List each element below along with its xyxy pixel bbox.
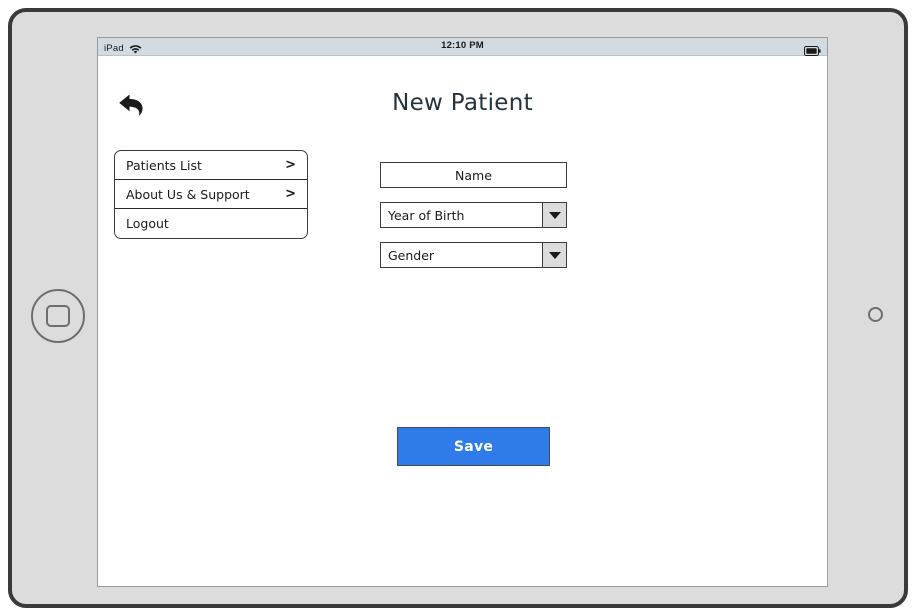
sidebar-item-label: About Us & Support [126,186,250,202]
sidebar-item-label: Patients List [126,157,202,173]
ipad-device-frame: iPad 12:10 PM New Patient Patients List … [8,8,908,608]
save-button[interactable]: Save [397,427,550,466]
name-input[interactable]: Name [380,162,567,188]
sidebar-item-about-us-support[interactable]: About Us & Support > [115,180,307,209]
gender-dropdown-button[interactable] [542,243,566,267]
status-bar-time: 12:10 PM [441,40,484,51]
home-button-icon[interactable] [31,289,85,343]
ipad-screen: iPad 12:10 PM New Patient Patients List … [97,37,828,587]
chevron-down-icon [548,251,561,259]
sidebar-item-logout[interactable]: Logout [115,209,307,238]
sidebar-item-label: Logout [126,216,169,231]
home-button-square [46,305,70,327]
side-menu: Patients List > About Us & Support > Log… [114,150,308,239]
name-input-value: Name [455,167,492,183]
chevron-down-icon [548,211,561,219]
chevron-right-icon: > [285,186,296,202]
gender-value: Gender [388,247,435,263]
sidebar-item-patients-list[interactable]: Patients List > [115,151,307,180]
year-of-birth-value: Year of Birth [388,207,465,223]
camera-icon [868,307,883,322]
gender-select[interactable]: Gender [380,242,567,268]
year-of-birth-select[interactable]: Year of Birth [380,202,567,228]
save-button-label: Save [453,438,494,455]
status-bar: iPad 12:10 PM [98,38,827,56]
screen-content: New Patient Patients List > About Us & S… [98,56,827,586]
page-title: New Patient [392,90,533,116]
year-of-birth-dropdown-button[interactable] [542,203,566,227]
chevron-right-icon: > [285,157,296,173]
